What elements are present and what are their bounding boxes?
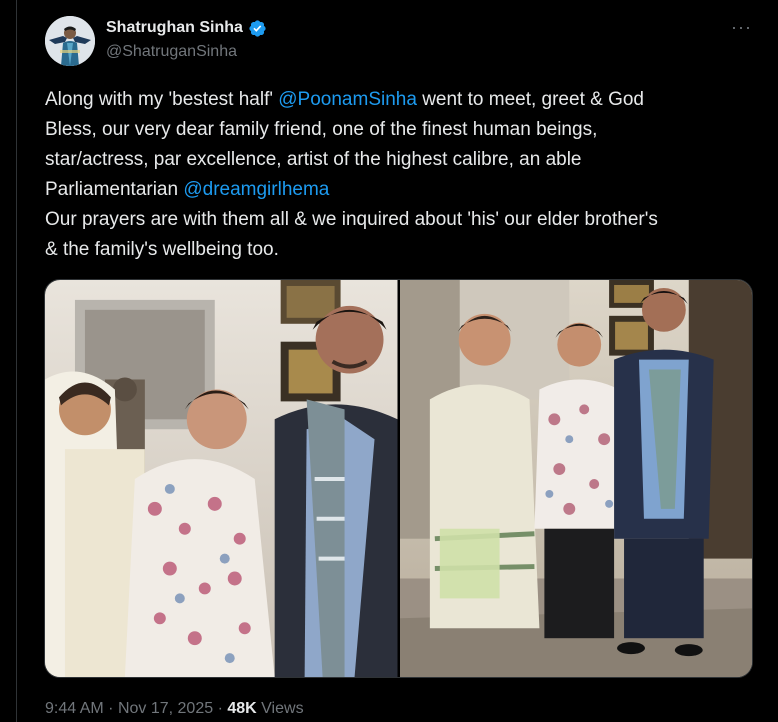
author-name[interactable]: Shatrughan Sinha <box>106 19 243 37</box>
tweet-text-segment: & the family's wellbeing too. <box>45 239 279 260</box>
meta-separator: · <box>217 700 223 717</box>
verified-badge-icon <box>248 19 267 38</box>
media-grid <box>44 279 753 678</box>
tweet-text-segment: star/actress, par excellence, artist of … <box>45 149 582 170</box>
tweet-time[interactable]: 9:44 AM <box>45 700 104 717</box>
tweet-line: star/actress, par excellence, artist of … <box>45 145 770 175</box>
tweet-photo-1[interactable] <box>45 280 398 677</box>
tweet-line: Along with my 'bestest half' @PoonamSinh… <box>45 85 770 115</box>
tweet-text-segment: Our prayers are with them all & we inqui… <box>45 209 658 230</box>
mention-link[interactable]: @PoonamSinha <box>278 89 417 110</box>
tweet-date[interactable]: Nov 17, 2025 <box>118 700 213 717</box>
tweet-text-segment: Along with my 'bestest half' <box>45 89 279 110</box>
tweet-line: Bless, our very dear family friend, one … <box>45 115 770 145</box>
tweet-line: Our prayers are with them all & we inqui… <box>45 205 770 235</box>
mention-link[interactable]: @dreamgirlhema <box>183 179 329 200</box>
more-horizontal-icon[interactable]: ··· <box>731 18 752 36</box>
tweet-line: & the family's wellbeing too. <box>45 235 770 265</box>
tweet-photo-2[interactable] <box>399 280 752 677</box>
author-handle[interactable]: @ShatruganSinha <box>106 43 237 61</box>
views-count: 48K <box>227 700 257 717</box>
tweet-text: Along with my 'bestest half' @PoonamSinh… <box>45 85 770 265</box>
tweet-text-segment: Bless, our very dear family friend, one … <box>45 119 598 140</box>
meta-separator: · <box>108 700 114 717</box>
views-label: Views <box>261 700 304 717</box>
avatar[interactable] <box>45 16 95 66</box>
tweet-text-segment: went to meet, greet & God <box>416 89 644 110</box>
tweet-text-segment: Parliamentarian <box>45 179 184 200</box>
tweet-meta: 9:44 AM · Nov 17, 2025 · 48K Views <box>45 700 304 718</box>
author-name-row[interactable]: Shatrughan Sinha <box>106 17 267 39</box>
tweet-line: Parliamentarian @dreamgirlhema <box>45 175 770 205</box>
